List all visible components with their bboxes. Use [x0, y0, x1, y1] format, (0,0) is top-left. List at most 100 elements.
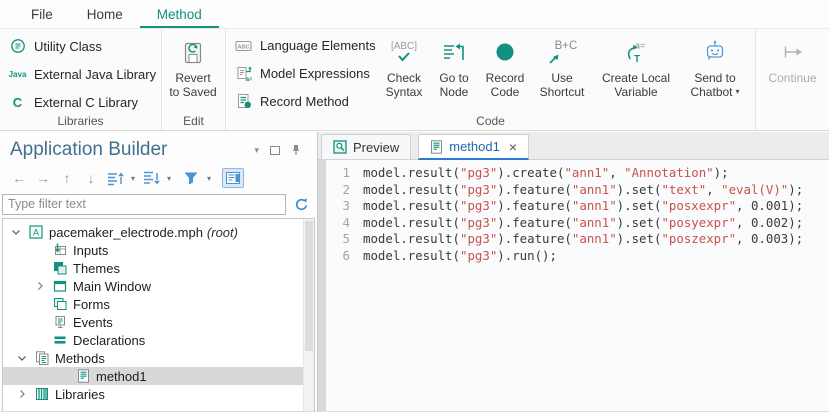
- application-icon: A: [25, 225, 47, 239]
- ribbon-tab-file[interactable]: File: [14, 0, 70, 28]
- line-number: 4: [326, 215, 350, 232]
- check-syntax-button[interactable]: [ABC] Check Syntax: [378, 32, 430, 115]
- revert-to-saved-icon: [179, 34, 207, 71]
- tree-toolbar: ← → ↑ ↓ ▾ ▾ ▾: [0, 164, 317, 192]
- record-code-button[interactable]: Record Code: [478, 32, 532, 115]
- show-details-toggle[interactable]: [222, 168, 244, 188]
- code-line: 2model.result("pg3").feature("ann1").set…: [326, 182, 829, 199]
- move-down-icon[interactable]: ↓: [80, 167, 102, 189]
- utility-class-button[interactable]: Utility Class: [0, 32, 161, 60]
- send-to-chatbot-button[interactable]: Send to Chatbot ▾: [680, 32, 750, 115]
- code-editor[interactable]: 1model.result("pg3").create("ann1", "Ann…: [318, 160, 829, 411]
- tab-preview-label: Preview: [353, 140, 399, 155]
- record-method-button[interactable]: Record Method: [226, 87, 378, 115]
- model-expressions-button[interactable]: a= Model Expressions: [226, 60, 378, 88]
- filter-input[interactable]: [2, 194, 286, 215]
- forward-arrow-icon[interactable]: →: [32, 167, 54, 189]
- svg-text:a=: a=: [635, 40, 645, 50]
- events-icon: [49, 315, 71, 329]
- continue-button[interactable]: Continue: [756, 32, 829, 85]
- record-code-icon: [491, 34, 519, 71]
- code-text: model.result("pg3").create("ann1", "Anno…: [363, 165, 729, 182]
- collapse-chevron-icon[interactable]: [7, 230, 25, 235]
- model-tree[interactable]: A pacemaker_electrode.mph (root) Inputs: [2, 218, 315, 411]
- panel-float-icon[interactable]: [270, 146, 280, 155]
- application-builder-panel: Application Builder ▾ ← → ↑ ↓: [0, 132, 318, 411]
- create-local-variable-button[interactable]: a= T Create Local Variable: [592, 32, 680, 115]
- tree-item-label: Events: [71, 315, 113, 330]
- record-method-label: Record Method: [260, 94, 349, 109]
- tree-item-label: Methods: [53, 351, 105, 366]
- move-up-icon[interactable]: ↑: [56, 167, 78, 189]
- expand-list-icon[interactable]: [140, 167, 162, 189]
- tree-scrollbar[interactable]: [303, 219, 314, 411]
- back-arrow-icon[interactable]: ←: [8, 167, 30, 189]
- inputs-icon: [49, 243, 71, 257]
- tree-item-inputs[interactable]: Inputs: [3, 241, 314, 259]
- ribbon-tab-method[interactable]: Method: [140, 0, 219, 28]
- tree-item-methods[interactable]: Methods: [3, 349, 314, 367]
- tree-item-forms[interactable]: Forms: [3, 295, 314, 313]
- tab-method1[interactable]: method1 ×: [418, 134, 529, 160]
- themes-icon: [49, 261, 71, 275]
- panel-pin-icon[interactable]: [291, 144, 301, 156]
- tree-item-label: Themes: [71, 261, 120, 276]
- tree-item-events[interactable]: Events: [3, 313, 314, 331]
- refresh-icon[interactable]: [294, 197, 309, 212]
- ribbon-group-libraries: Utility Class Java External Java Library…: [0, 29, 162, 130]
- tree-item-label: Main Window: [71, 279, 151, 294]
- code-group-label: Code: [226, 114, 755, 128]
- filter-icon[interactable]: [180, 167, 202, 189]
- close-tab-icon[interactable]: ×: [509, 140, 517, 154]
- model-expressions-label: Model Expressions: [260, 66, 370, 81]
- expand-list-chevron-icon[interactable]: ▾: [164, 174, 174, 183]
- tree-item-method1[interactable]: method1: [3, 367, 314, 385]
- model-expressions-icon: a=: [235, 66, 252, 82]
- code-line: 6model.result("pg3").run();: [326, 248, 829, 265]
- editor-tab-bar: Preview method1 ×: [318, 132, 829, 160]
- tree-item-main-window[interactable]: Main Window: [3, 277, 314, 295]
- code-lines: 1model.result("pg3").create("ann1", "Ann…: [326, 165, 829, 265]
- utility-class-label: Utility Class: [34, 39, 102, 54]
- external-c-library-button[interactable]: C External C Library: [0, 88, 161, 116]
- language-elements-button[interactable]: ABC Language Elements: [226, 32, 378, 60]
- filter-chevron-icon[interactable]: ▾: [204, 174, 214, 183]
- collapse-list-chevron-icon[interactable]: ▾: [128, 174, 138, 183]
- tree-item-libraries[interactable]: Libraries: [3, 385, 314, 403]
- external-java-library-button[interactable]: Java External Java Library: [0, 60, 161, 88]
- ribbon-group-code: ABC Language Elements a= Model Expressio…: [226, 29, 756, 130]
- ribbon-group-continue: Continue: [756, 29, 829, 130]
- ribbon-tab-home[interactable]: Home: [70, 0, 140, 28]
- send-to-chatbot-label-2: Chatbot: [690, 85, 732, 99]
- code-line: 4model.result("pg3").feature("ann1").set…: [326, 215, 829, 232]
- ribbon: Utility Class Java External Java Library…: [0, 29, 829, 131]
- editor-area: Preview method1 × 1model.result("pg3").c…: [318, 132, 829, 411]
- expand-chevron-icon[interactable]: [31, 282, 49, 290]
- panel-header: Application Builder ▾: [0, 132, 317, 164]
- panel-menu-chevron-icon[interactable]: ▾: [254, 145, 259, 156]
- tree-item-root[interactable]: A pacemaker_electrode.mph (root): [3, 223, 314, 241]
- use-shortcut-button[interactable]: B+C Use Shortcut: [532, 32, 592, 115]
- methods-icon: [31, 351, 53, 365]
- collapse-list-icon[interactable]: [104, 167, 126, 189]
- ribbon-tab-bar: File Home Method: [0, 0, 829, 29]
- tree-item-themes[interactable]: Themes: [3, 259, 314, 277]
- line-number: 5: [326, 231, 350, 248]
- editor-gutter: [318, 160, 326, 411]
- go-to-node-button[interactable]: Go to Node: [430, 32, 478, 115]
- expand-chevron-icon[interactable]: [13, 390, 31, 398]
- chevron-down-icon: ▾: [736, 85, 740, 99]
- collapse-chevron-icon[interactable]: [13, 356, 31, 361]
- revert-to-saved-button[interactable]: Revert to Saved: [162, 32, 224, 99]
- tree-item-label: method1: [94, 369, 147, 384]
- libraries-icon: [31, 387, 53, 401]
- code-text: model.result("pg3").feature("ann1").set(…: [363, 231, 803, 248]
- check-syntax-label: Check Syntax: [386, 71, 423, 99]
- continue-icon: [779, 34, 807, 71]
- ribbon-group-edit: Revert to Saved Edit: [162, 29, 226, 130]
- tab-preview[interactable]: Preview: [321, 134, 411, 159]
- tree-item-declarations[interactable]: Declarations: [3, 331, 314, 349]
- method-doc-icon: [430, 140, 443, 154]
- line-number: 2: [326, 182, 350, 199]
- tree-scrollbar-thumb[interactable]: [305, 221, 313, 351]
